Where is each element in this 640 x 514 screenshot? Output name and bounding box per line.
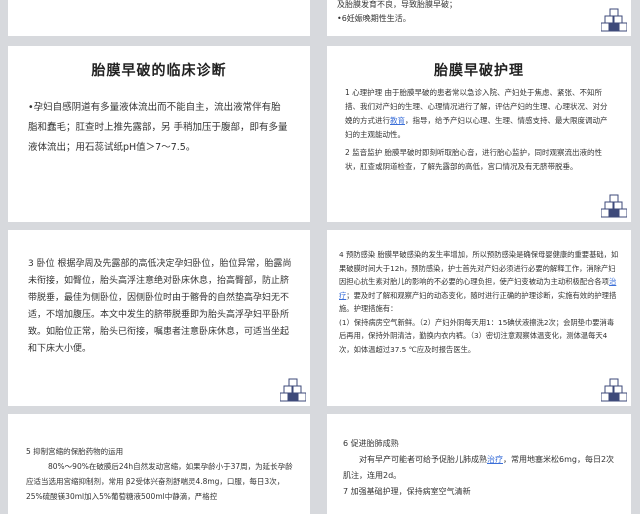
stacked-cubes-icon bbox=[601, 8, 627, 32]
slide-title: 胎膜早破的临床诊断 bbox=[91, 63, 227, 79]
slide-paragraph: 80%～90%在破膜后24h自然发动宫缩，如果孕龄小于37周，为延长孕龄应适当选… bbox=[26, 462, 293, 501]
slide-lung-maturation[interactable]: 6 促进胎肺成熟 对有早产可能者可给予促胎儿肺成熟治疗，常用地塞米松6mg，每日… bbox=[327, 414, 631, 514]
slide-paragraph: 2 监音监护 胎膜早破时即刻听取胎心音，进行胎心监护，同时观察流出液的性状，肛查… bbox=[345, 148, 603, 171]
slide-paragraph: 7 加强基础护理，保持病室空气清新 bbox=[343, 487, 471, 496]
slide-paragraph: 6 促进胎肺成熟 bbox=[343, 439, 399, 448]
slide-position[interactable]: 3 卧位 根据孕周及先露部的高低决定孕妇卧位，胎位异常，胎露尚未衔接，如臀位，胎… bbox=[8, 230, 310, 406]
slide-text-line: •6妊娠晚期性生活。 bbox=[337, 14, 411, 23]
slide-tocolytics[interactable]: 5 抑制宫缩的保胎药物的运用 80%～90%在破膜后24h自然发动宫缩，如果孕龄… bbox=[8, 414, 310, 514]
stacked-cubes-icon bbox=[601, 378, 627, 402]
slide-1[interactable] bbox=[8, 0, 310, 36]
slide-infection-prevention[interactable]: 4 预防感染 胎膜早破感染的发生率增加，所以预防感染是确保母婴健康的重要基础，如… bbox=[327, 230, 631, 406]
slide-body: 3 卧位 根据孕周及先露部的高低决定孕妇卧位，胎位异常，胎露尚未衔接，如臀位，胎… bbox=[28, 259, 292, 354]
education-link[interactable]: 教育 bbox=[390, 116, 405, 125]
slide-paragraph: 对有早产可能者可给予促胎儿肺成熟治疗，常用地塞米松6mg，每日2次肌注，连用2d… bbox=[343, 455, 615, 480]
slide-body: •孕妇自感阴道有多量液体流出而不能自主，流出液常伴有胎脂和蠢毛；肛查时上推先露部… bbox=[28, 102, 288, 153]
slide-title: 胎膜早破护理 bbox=[434, 63, 524, 79]
slide-text-line: 及胎膜发育不良，导致胎膜早破； bbox=[337, 0, 457, 9]
slide-nursing[interactable]: 胎膜早破护理 1 心理护理 由于胎膜早破的患者常以急诊入院、产妇处于焦虑、紧张、… bbox=[327, 46, 631, 222]
slide-clinical-diagnosis[interactable]: 胎膜早破的临床诊断 •孕妇自感阴道有多量液体流出而不能自主，流出液常伴有胎脂和蠢… bbox=[8, 46, 310, 222]
treatment-link[interactable]: 治疗 bbox=[487, 455, 503, 464]
slide-paragraph: 5 抑制宫缩的保胎药物的运用 bbox=[26, 447, 124, 456]
slide-paragraph: 1 心理护理 由于胎膜早破的患者常以急诊入院、产妇处于焦虑、紧张、不知所措、我们… bbox=[345, 88, 608, 139]
slide-paragraph: 4 预防感染 胎膜早破感染的发生率增加，所以预防感染是确保母婴健康的重要基础，如… bbox=[339, 250, 619, 313]
slide-2[interactable]: 及胎膜发育不良，导致胎膜早破； •6妊娠晚期性生活。 bbox=[327, 0, 631, 36]
stacked-cubes-icon bbox=[601, 194, 627, 218]
slide-paragraph: (1）保持病房空气新鲜。（2）产妇外阴每天用1：15碘伏液擦洗2次；会阴垫巾要消… bbox=[339, 317, 615, 354]
stacked-cubes-icon bbox=[280, 378, 306, 402]
